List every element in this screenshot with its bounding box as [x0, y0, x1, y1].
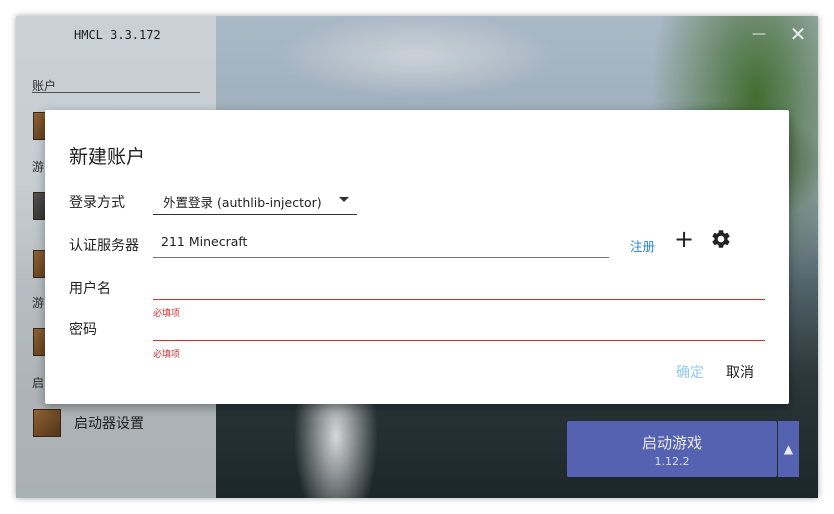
cancel-button[interactable]: 取消 [726, 362, 754, 382]
auth-server-value: 211 Minecraft [161, 234, 248, 249]
login-method-value: 外置登录 (authlib-injector) [163, 195, 322, 210]
auth-server-label: 认证服务器 [69, 238, 139, 254]
password-field[interactable] [153, 314, 765, 341]
login-method-select[interactable]: 外置登录 (authlib-injector) [153, 184, 357, 215]
password-label: 密码 [69, 322, 97, 338]
new-account-dialog: 新建账户 登录方式 外置登录 (authlib-injector) 认证服务器 … [45, 110, 789, 404]
add-server-icon[interactable]: + [674, 227, 694, 251]
login-method-label: 登录方式 [69, 195, 125, 211]
username-label: 用户名 [69, 281, 111, 297]
register-link[interactable]: 注册 [630, 236, 655, 255]
dialog-title: 新建账户 [69, 146, 146, 168]
launcher-window: HMCL 3.3.172 账户 游 游 启 启动器设置 — ✕ 启动游戏 1.1… [16, 16, 818, 498]
chevron-down-icon [339, 197, 349, 202]
confirm-button[interactable]: 确定 [676, 362, 704, 382]
password-required-hint: 必填项 [153, 350, 181, 360]
username-field[interactable] [153, 273, 765, 300]
gear-icon[interactable] [710, 228, 732, 250]
auth-server-select[interactable]: 211 Minecraft [153, 226, 609, 258]
